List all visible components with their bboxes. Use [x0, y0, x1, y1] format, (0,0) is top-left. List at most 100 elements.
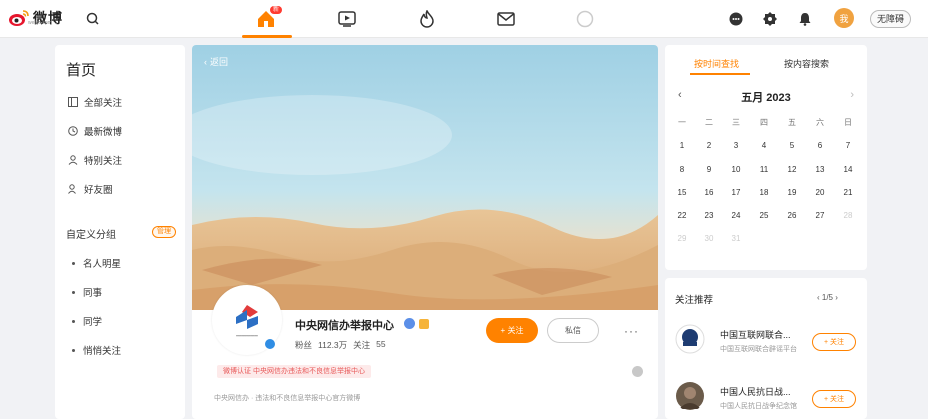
recommend-name[interactable]: 中国互联网联合...: [720, 328, 791, 341]
profile-description: 中央网信办 · 违法和不良信息举报中心官方微博: [214, 395, 361, 402]
verified-blue-icon: [404, 318, 415, 329]
message-icon[interactable]: [495, 8, 517, 30]
bullet-icon: [72, 261, 75, 265]
tab-search-by-time[interactable]: 按时间查找: [694, 57, 739, 70]
calendar-day[interactable]: 15: [672, 188, 692, 197]
calendar-day[interactable]: 30: [699, 234, 719, 243]
calendar-day[interactable]: 10: [726, 165, 746, 174]
calendar-day[interactable]: 19: [782, 188, 802, 197]
calendar-day[interactable]: 13: [810, 165, 830, 174]
org-logo-icon: [236, 305, 258, 329]
calendar-panel: 按时间查找 按内容搜索 ‹ 五月 2023 › 一二三四五六日123456789…: [665, 45, 867, 270]
calendar-day[interactable]: 3: [726, 141, 746, 150]
calendar-day[interactable]: 7: [838, 141, 858, 150]
calendar-day[interactable]: 25: [754, 211, 774, 220]
calendar-day[interactable]: 24: [726, 211, 746, 220]
calendar-day[interactable]: 28: [838, 211, 858, 220]
sidebar-group-celebrities[interactable]: 名人明星: [72, 256, 121, 270]
calendar-day[interactable]: 23: [699, 211, 719, 220]
fans-label[interactable]: 粉丝: [295, 339, 312, 351]
calendar-day[interactable]: 8: [672, 165, 692, 174]
sidebar-group-colleagues[interactable]: 同事: [72, 285, 102, 299]
calendar-day[interactable]: 26: [782, 211, 802, 220]
sidebar-group-secret[interactable]: 悄悄关注: [72, 343, 121, 357]
calendar-day[interactable]: 2: [699, 141, 719, 150]
search-icon[interactable]: [84, 10, 102, 28]
calendar-day[interactable]: 16: [699, 188, 719, 197]
chat-bubble-icon[interactable]: [728, 11, 744, 27]
vip-badge-icon: [419, 319, 429, 329]
sidebar-item-label: 好友圈: [84, 185, 113, 196]
calendar-day[interactable]: 18: [754, 188, 774, 197]
profile-icon[interactable]: [574, 8, 596, 30]
next-month-icon[interactable]: ›: [850, 89, 854, 101]
hot-topics-icon[interactable]: [416, 8, 438, 30]
recommend-follow-button[interactable]: + 关注: [812, 390, 856, 408]
logo-subtitle: weibo.com: [28, 20, 52, 26]
sidebar-item-special[interactable]: 特别关注: [68, 153, 122, 167]
profile-card: ‹ 返回 ━━━━━━━━━━━━ 中央网信办举报中心 粉丝 112.3万 关注…: [192, 45, 658, 419]
calendar-day[interactable]: 31: [726, 234, 746, 243]
recommend-avatar[interactable]: [675, 381, 705, 411]
back-arrow-icon: ‹: [204, 56, 207, 67]
calendar-day[interactable]: 27: [810, 211, 830, 220]
custom-groups-title: 自定义分组: [66, 230, 116, 241]
calendar-day[interactable]: 29: [672, 234, 692, 243]
back-label: 返回: [210, 57, 229, 67]
accessibility-button[interactable]: 无障碍: [870, 10, 912, 28]
video-icon[interactable]: [336, 8, 358, 30]
sidebar-item-label: 特别关注: [84, 156, 123, 167]
sidebar-item-all-follows[interactable]: 全部关注: [68, 95, 122, 109]
calendar-day[interactable]: 9: [699, 165, 719, 174]
follow-count[interactable]: 55: [376, 339, 385, 351]
calendar-day[interactable]: 21: [838, 188, 858, 197]
settings-gear-icon[interactable]: [762, 11, 778, 27]
calendar-day[interactable]: 14: [838, 165, 858, 174]
message-button[interactable]: 私信: [547, 318, 599, 343]
calendar-month-title: 五月 2023: [741, 92, 791, 104]
tab-active-indicator: [690, 73, 750, 75]
info-icon[interactable]: [632, 366, 643, 377]
follow-label[interactable]: 关注: [353, 339, 370, 351]
calendar-day[interactable]: 20: [810, 188, 830, 197]
more-options-button[interactable]: ···: [624, 324, 639, 338]
sidebar-group-classmates[interactable]: 同学: [72, 314, 102, 328]
bullet-icon: [72, 319, 75, 323]
calendar-day[interactable]: 12: [782, 165, 802, 174]
cover-image: [192, 45, 658, 310]
sidebar-item-label: 全部关注: [84, 98, 123, 109]
sidebar-item-latest[interactable]: 最新微博: [68, 124, 122, 138]
back-link[interactable]: ‹ 返回: [204, 55, 228, 68]
org-logo-caption: ━━━━━━━━━━━━: [236, 334, 258, 338]
calendar-day[interactable]: 1: [672, 141, 692, 150]
home-new-badge: 新: [270, 6, 283, 14]
verification-tag: 微博认证 中央网信办违法和不良信息举报中心: [217, 365, 371, 378]
manage-groups-button[interactable]: 管理: [152, 226, 176, 238]
sidebar-item-friends[interactable]: 好友圈: [68, 182, 113, 196]
recommend-avatar[interactable]: [675, 324, 705, 354]
calendar-day[interactable]: 4: [754, 141, 774, 150]
weibo-logo-icon: [9, 10, 29, 26]
follow-button[interactable]: + 关注: [486, 318, 538, 343]
calendar-weekday: 一: [678, 118, 686, 127]
recommend-pager[interactable]: ‹ 1/5 ›: [817, 293, 838, 302]
tab-search-by-content[interactable]: 按内容搜索: [784, 57, 829, 70]
fans-count[interactable]: 112.3万: [318, 339, 347, 351]
user-icon: [68, 155, 78, 165]
notification-bell-icon[interactable]: [797, 11, 813, 27]
calendar-weekday: 日: [844, 118, 852, 127]
recommend-desc: 中国互联网联合辟谣平台: [720, 346, 797, 353]
user-avatar[interactable]: 我: [834, 8, 854, 28]
calendar-day[interactable]: 5: [782, 141, 802, 150]
calendar-day[interactable]: 17: [726, 188, 746, 197]
sidebar-home-title[interactable]: 首页: [66, 59, 96, 80]
calendar-day[interactable]: 22: [672, 211, 692, 220]
calendar-day[interactable]: 6: [810, 141, 830, 150]
bullet-icon: [72, 348, 75, 352]
avatar-initial: 我: [839, 13, 849, 24]
calendar-day[interactable]: 11: [754, 165, 774, 174]
recommend-follow-button[interactable]: + 关注: [812, 333, 856, 351]
top-navigation-bar: 微博 weibo.com 新 我 无障碍: [0, 0, 928, 38]
verified-icon: [264, 338, 276, 350]
recommend-name[interactable]: 中国人民抗日战...: [720, 385, 791, 398]
